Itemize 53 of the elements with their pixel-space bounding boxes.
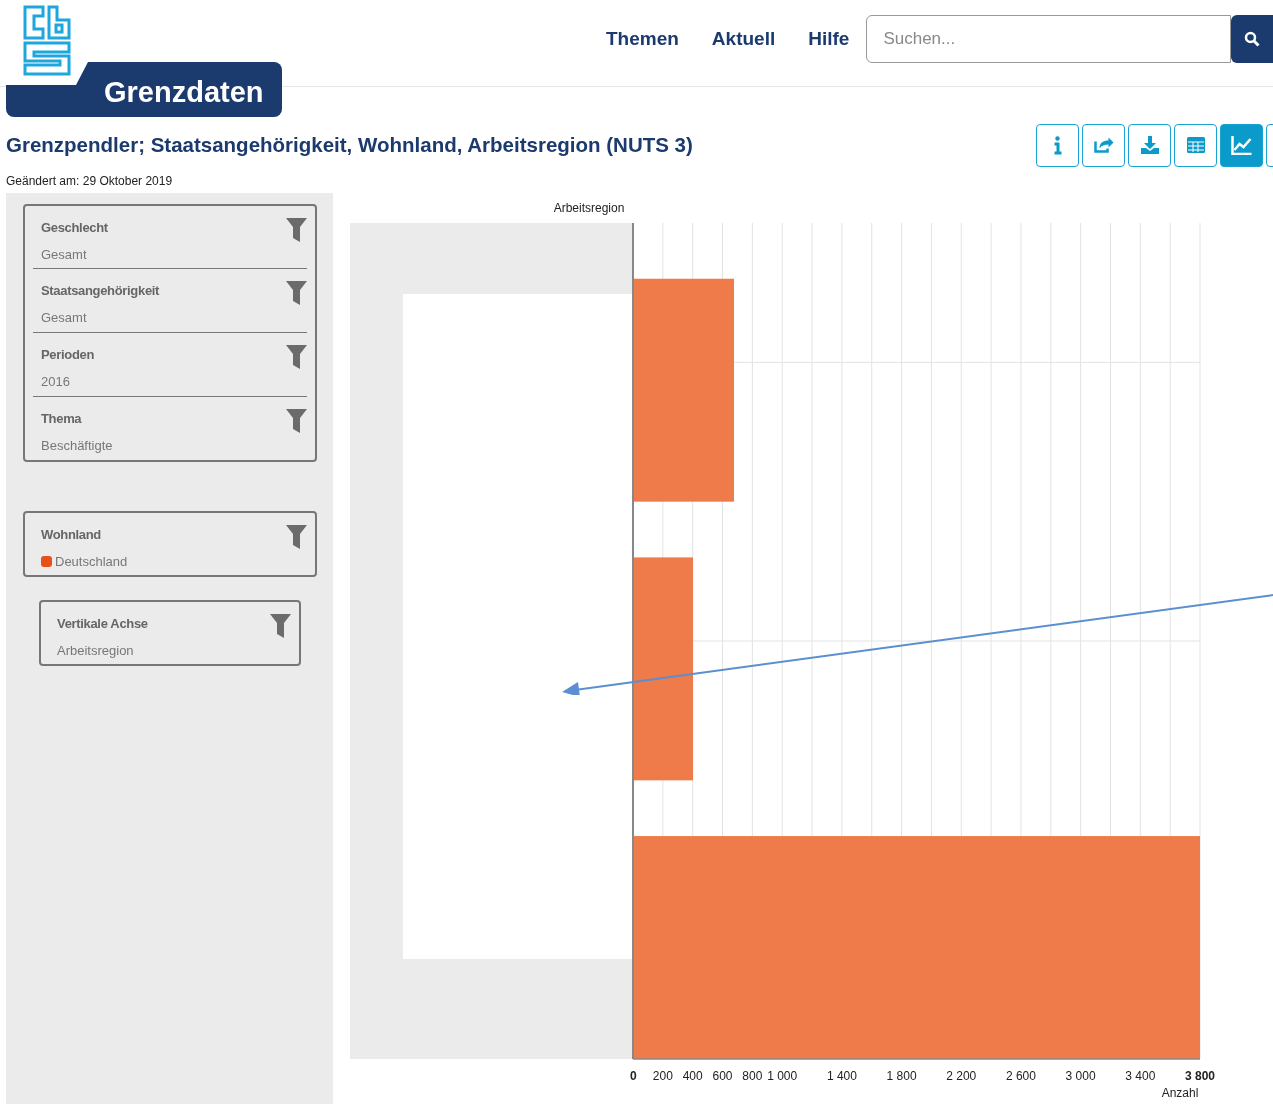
filter-label: Geschlecht [41, 219, 108, 237]
axis-title: Anzahl [1161, 1086, 1199, 1100]
nav-link[interactable]: Aktuell [711, 24, 776, 54]
nav-link[interactable]: Themen [606, 24, 679, 54]
download-button[interactable] [1128, 123, 1171, 167]
filter-icon[interactable] [286, 281, 307, 305]
filter-label: Wohnland [41, 526, 102, 544]
filter-value: Gesamt [41, 308, 88, 327]
tick-label: 800 [742, 1069, 763, 1083]
tick-label: 1 800 [886, 1069, 917, 1083]
filter-icon[interactable] [286, 345, 307, 369]
filter-value: Gesamt [41, 245, 88, 264]
search-icon [1244, 31, 1261, 47]
search-button[interactable] [1231, 15, 1273, 63]
tick-label: 400 [682, 1069, 703, 1083]
search-field[interactable]: Suchen... [866, 15, 1232, 63]
share-icon [1093, 137, 1114, 153]
nav-link[interactable]: Hilfe [808, 24, 850, 54]
filter-icon[interactable] [286, 409, 307, 433]
filter-label: Staatsangehörigkeit [41, 282, 160, 300]
tick-label: 2 600 [1005, 1069, 1036, 1083]
tick-label: 2 200 [946, 1069, 977, 1083]
tick-label: 3 400 [1125, 1069, 1156, 1083]
chart-button[interactable] [1220, 123, 1263, 167]
filter-value: Deutschland [55, 552, 128, 571]
changed-date: Geändert am: 29 Oktober 2019 [5, 173, 174, 190]
logo-icon [23, 5, 71, 76]
tick-label: 3 000 [1065, 1069, 1096, 1083]
tick-label: 0 [630, 1069, 637, 1083]
filter-icon[interactable] [270, 614, 291, 638]
brand-tab[interactable]: Grenzdaten [6, 62, 282, 117]
page-title: Grenzpendler; Staatsangehörigkeit, Wohnland, Arbeitsregion (NUTS 3) [6, 131, 693, 158]
filter-value: Arbeitsregion [57, 641, 135, 660]
info-icon [1053, 135, 1062, 155]
filter-icon[interactable] [286, 218, 307, 242]
info-button[interactable] [1036, 123, 1079, 167]
line-chart-icon [1231, 135, 1252, 155]
axis-title: Arbeitsregion [553, 201, 625, 215]
filter-label: Vertikale Achse [57, 615, 148, 633]
filter-label: Perioden [41, 346, 95, 364]
table-icon [1186, 137, 1205, 153]
download-icon [1140, 136, 1159, 154]
filter-icon[interactable] [286, 525, 307, 549]
tick-label: 600 [712, 1069, 733, 1083]
filter-value: Beschäftigte [41, 436, 113, 455]
tick-label: 200 [652, 1069, 673, 1083]
tick-label: 3 800 [1185, 1069, 1215, 1083]
table-button[interactable] [1174, 123, 1217, 167]
tick-label: 1 400 [826, 1069, 857, 1083]
filter-label: Thema [41, 410, 83, 428]
tick-label: 1 000 [767, 1069, 798, 1083]
filter-value: 2016 [41, 372, 71, 391]
share-button[interactable] [1082, 123, 1125, 167]
